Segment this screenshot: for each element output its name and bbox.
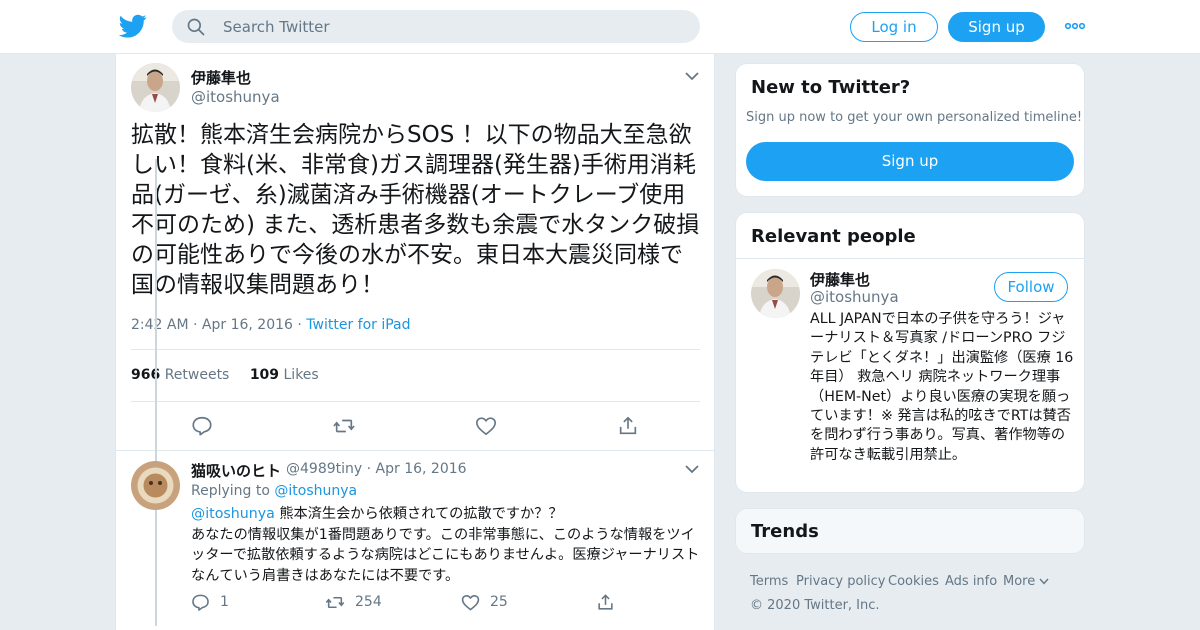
search-input-placeholder[interactable]: Search Twitter — [223, 18, 330, 36]
sign-up-button[interactable]: Sign up — [746, 142, 1074, 181]
card-title: Relevant people — [751, 226, 916, 247]
reply-reply-count: 1 — [220, 594, 229, 610]
divider — [131, 401, 700, 402]
divider — [116, 450, 714, 451]
log-in-button[interactable]: Log in — [850, 12, 938, 42]
tweet-date[interactable]: Apr 16, 2016 — [202, 317, 293, 333]
share-icon[interactable] — [617, 415, 639, 437]
reply-icon[interactable] — [191, 415, 213, 437]
search-icon — [187, 18, 205, 36]
chevron-down-icon[interactable] — [685, 71, 699, 81]
footer-terms-link[interactable]: Terms — [750, 574, 788, 589]
reply-author-handle[interactable]: @4989tiny — [286, 461, 362, 477]
footer-more-link[interactable]: More — [1003, 574, 1049, 589]
footer-privacy-link[interactable]: Privacy policy — [796, 574, 885, 589]
person-bio: ALL JAPANで日本の子供を守ろう！ジャーナリスト＆写真家 /ドローンPRO… — [810, 311, 1074, 463]
like-heart-icon[interactable] — [475, 415, 497, 437]
likes-stat[interactable]: 109 Likes — [250, 367, 319, 383]
reply-author-name[interactable]: 猫吸いのヒト — [191, 460, 281, 481]
like-heart-icon[interactable] — [461, 593, 480, 612]
tweet-text: 拡散！熊本済生会病院からSOS ！以下の物品大至急欲しい！食料(米、非常食)ガス… — [131, 122, 700, 298]
dot-separator: · — [297, 317, 307, 333]
tweet-time[interactable]: 2:42 AM — [131, 317, 189, 333]
more-options-icon[interactable] — [1064, 16, 1086, 36]
follow-button[interactable]: Follow — [994, 272, 1068, 302]
top-navigation-bar: Search Twitter Log in Sign up — [0, 0, 1200, 54]
search-box[interactable]: Search Twitter — [172, 10, 700, 43]
reply-icon[interactable] — [191, 593, 210, 612]
chevron-down-icon[interactable] — [685, 464, 699, 474]
footer-copyright: © 2020 Twitter, Inc. — [750, 598, 880, 613]
retweet-icon[interactable] — [325, 593, 345, 612]
retweet-icon[interactable] — [333, 415, 355, 437]
tweet-stats: 966 Retweets 109 Likes — [131, 367, 319, 383]
tweet-source-link[interactable]: Twitter for iPad — [306, 317, 410, 333]
replying-to: Replying to @itoshunya — [191, 483, 358, 499]
reply-retweet-count: 254 — [355, 594, 382, 610]
reply-author-avatar[interactable] — [131, 461, 180, 510]
card-title: Trends — [751, 521, 819, 542]
author-avatar[interactable] — [131, 63, 180, 112]
author-name[interactable]: 伊藤隼也 — [191, 67, 251, 88]
divider — [736, 258, 1084, 259]
reply-thread-line — [155, 159, 157, 626]
tweet-timestamp: 2:42 AM · Apr 16, 2016 · Twitter for iPa… — [131, 317, 411, 333]
reply-date[interactable]: Apr 16, 2016 — [376, 461, 467, 477]
divider — [131, 349, 700, 350]
reply-like-count: 25 — [490, 594, 508, 610]
share-icon[interactable] — [596, 593, 615, 612]
card-subtitle: Sign up now to get your own personalized… — [746, 110, 1083, 125]
sign-up-button[interactable]: Sign up — [948, 12, 1045, 42]
footer-cookies-link[interactable]: Cookies — [888, 574, 939, 589]
reply-author-handle-date: @4989tiny · Apr 16, 2016 — [286, 461, 467, 477]
card-title: New to Twitter? — [751, 77, 911, 98]
relevant-people-card: Relevant people 伊藤隼也 @itoshunya Follow A… — [735, 212, 1085, 493]
reply-mention-link[interactable]: @itoshunya — [191, 506, 275, 522]
person-avatar[interactable] — [751, 269, 800, 318]
new-to-twitter-card: New to Twitter? Sign up now to get your … — [735, 63, 1085, 197]
replying-to-handle-link[interactable]: @itoshunya — [274, 483, 357, 499]
dot-separator: · — [193, 317, 202, 333]
author-handle[interactable]: @itoshunya — [191, 88, 280, 106]
chevron-down-icon — [1039, 578, 1049, 585]
trends-card: Trends — [735, 508, 1085, 554]
person-handle[interactable]: @itoshunya — [810, 288, 899, 306]
twitter-bird-logo-icon[interactable] — [118, 12, 148, 40]
person-name[interactable]: 伊藤隼也 — [810, 269, 870, 290]
reply-text: @itoshunya 熊本済生会から依頼されての拡散ですか？？ あなたの情報収集… — [191, 506, 700, 584]
retweets-stat[interactable]: 966 Retweets — [131, 367, 229, 383]
footer-ads-info-link[interactable]: Ads info — [945, 574, 997, 589]
tweet-permalink-column: 伊藤隼也 @itoshunya 拡散！熊本済生会病院からSOS ！以下の物品大至… — [115, 54, 715, 630]
